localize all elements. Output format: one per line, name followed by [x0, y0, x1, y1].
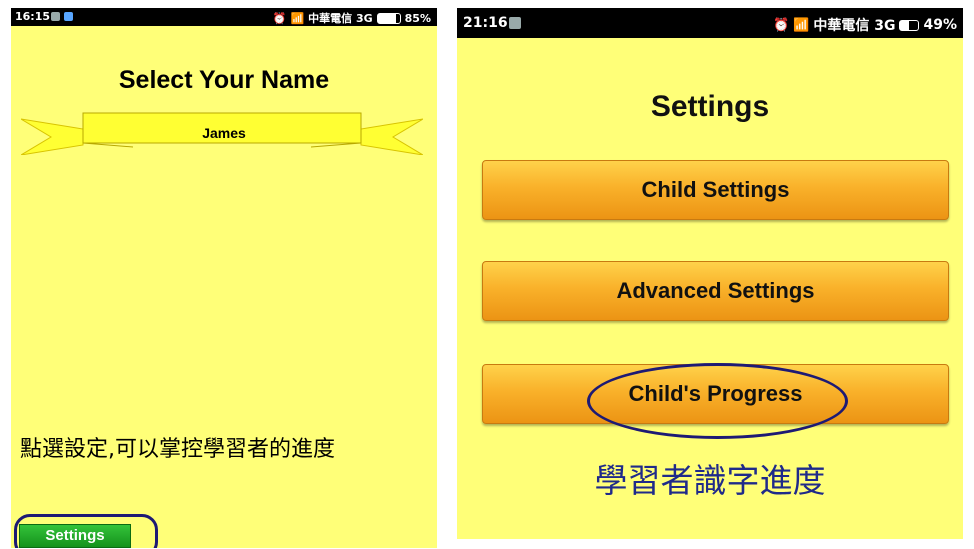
status-right: ⏰ 📶 中華電信 3G 49% — [773, 15, 957, 35]
alarm-icon: ⏰ — [272, 11, 287, 25]
highlight-circle — [14, 514, 158, 548]
left-phone-screen: 16:15 ⏰ 📶 中華電信 3G 85% Select Your Name J… — [11, 8, 437, 548]
hint-text: 點選設定,可以掌控學習者的進度 — [20, 437, 335, 462]
status-bar: 16:15 ⏰ 📶 中華電信 3G 85% — [11, 8, 437, 26]
hint-text: 學習者識字進度 — [594, 461, 826, 500]
right-phone-screen: 21:16 ⏰ 📶 中華電信 3G 49% Settings Child Set… — [457, 8, 963, 539]
status-right: ⏰ 📶 中華電信 3G 85% — [273, 10, 431, 26]
highlight-circle — [587, 363, 848, 439]
status-time: 16:15 — [15, 10, 51, 23]
wifi-icon: 📶 — [793, 17, 810, 33]
status-time: 21:16 — [463, 15, 508, 31]
child-settings-button[interactable]: Child Settings — [482, 160, 949, 220]
name-option-james[interactable]: James — [11, 125, 437, 141]
battery-icon — [899, 19, 920, 31]
battery-percent: 49% — [923, 17, 957, 33]
page-title: Select Your Name — [118, 66, 330, 94]
carrier-label: 中華電信 3G — [308, 12, 373, 25]
wifi-icon: 📶 — [290, 11, 305, 25]
carrier-label: 中華電信 3G — [813, 18, 896, 34]
advanced-settings-button[interactable]: Advanced Settings — [482, 261, 949, 321]
app-notification-icon — [64, 12, 73, 21]
battery-percent: 85% — [404, 11, 431, 25]
alarm-icon: ⏰ — [773, 17, 790, 33]
page-title: Settings — [650, 90, 770, 123]
battery-icon — [376, 12, 401, 24]
status-bar: 21:16 ⏰ 📶 中華電信 3G 49% — [457, 8, 963, 38]
notification-icon — [509, 17, 521, 29]
notification-icon — [51, 12, 60, 21]
